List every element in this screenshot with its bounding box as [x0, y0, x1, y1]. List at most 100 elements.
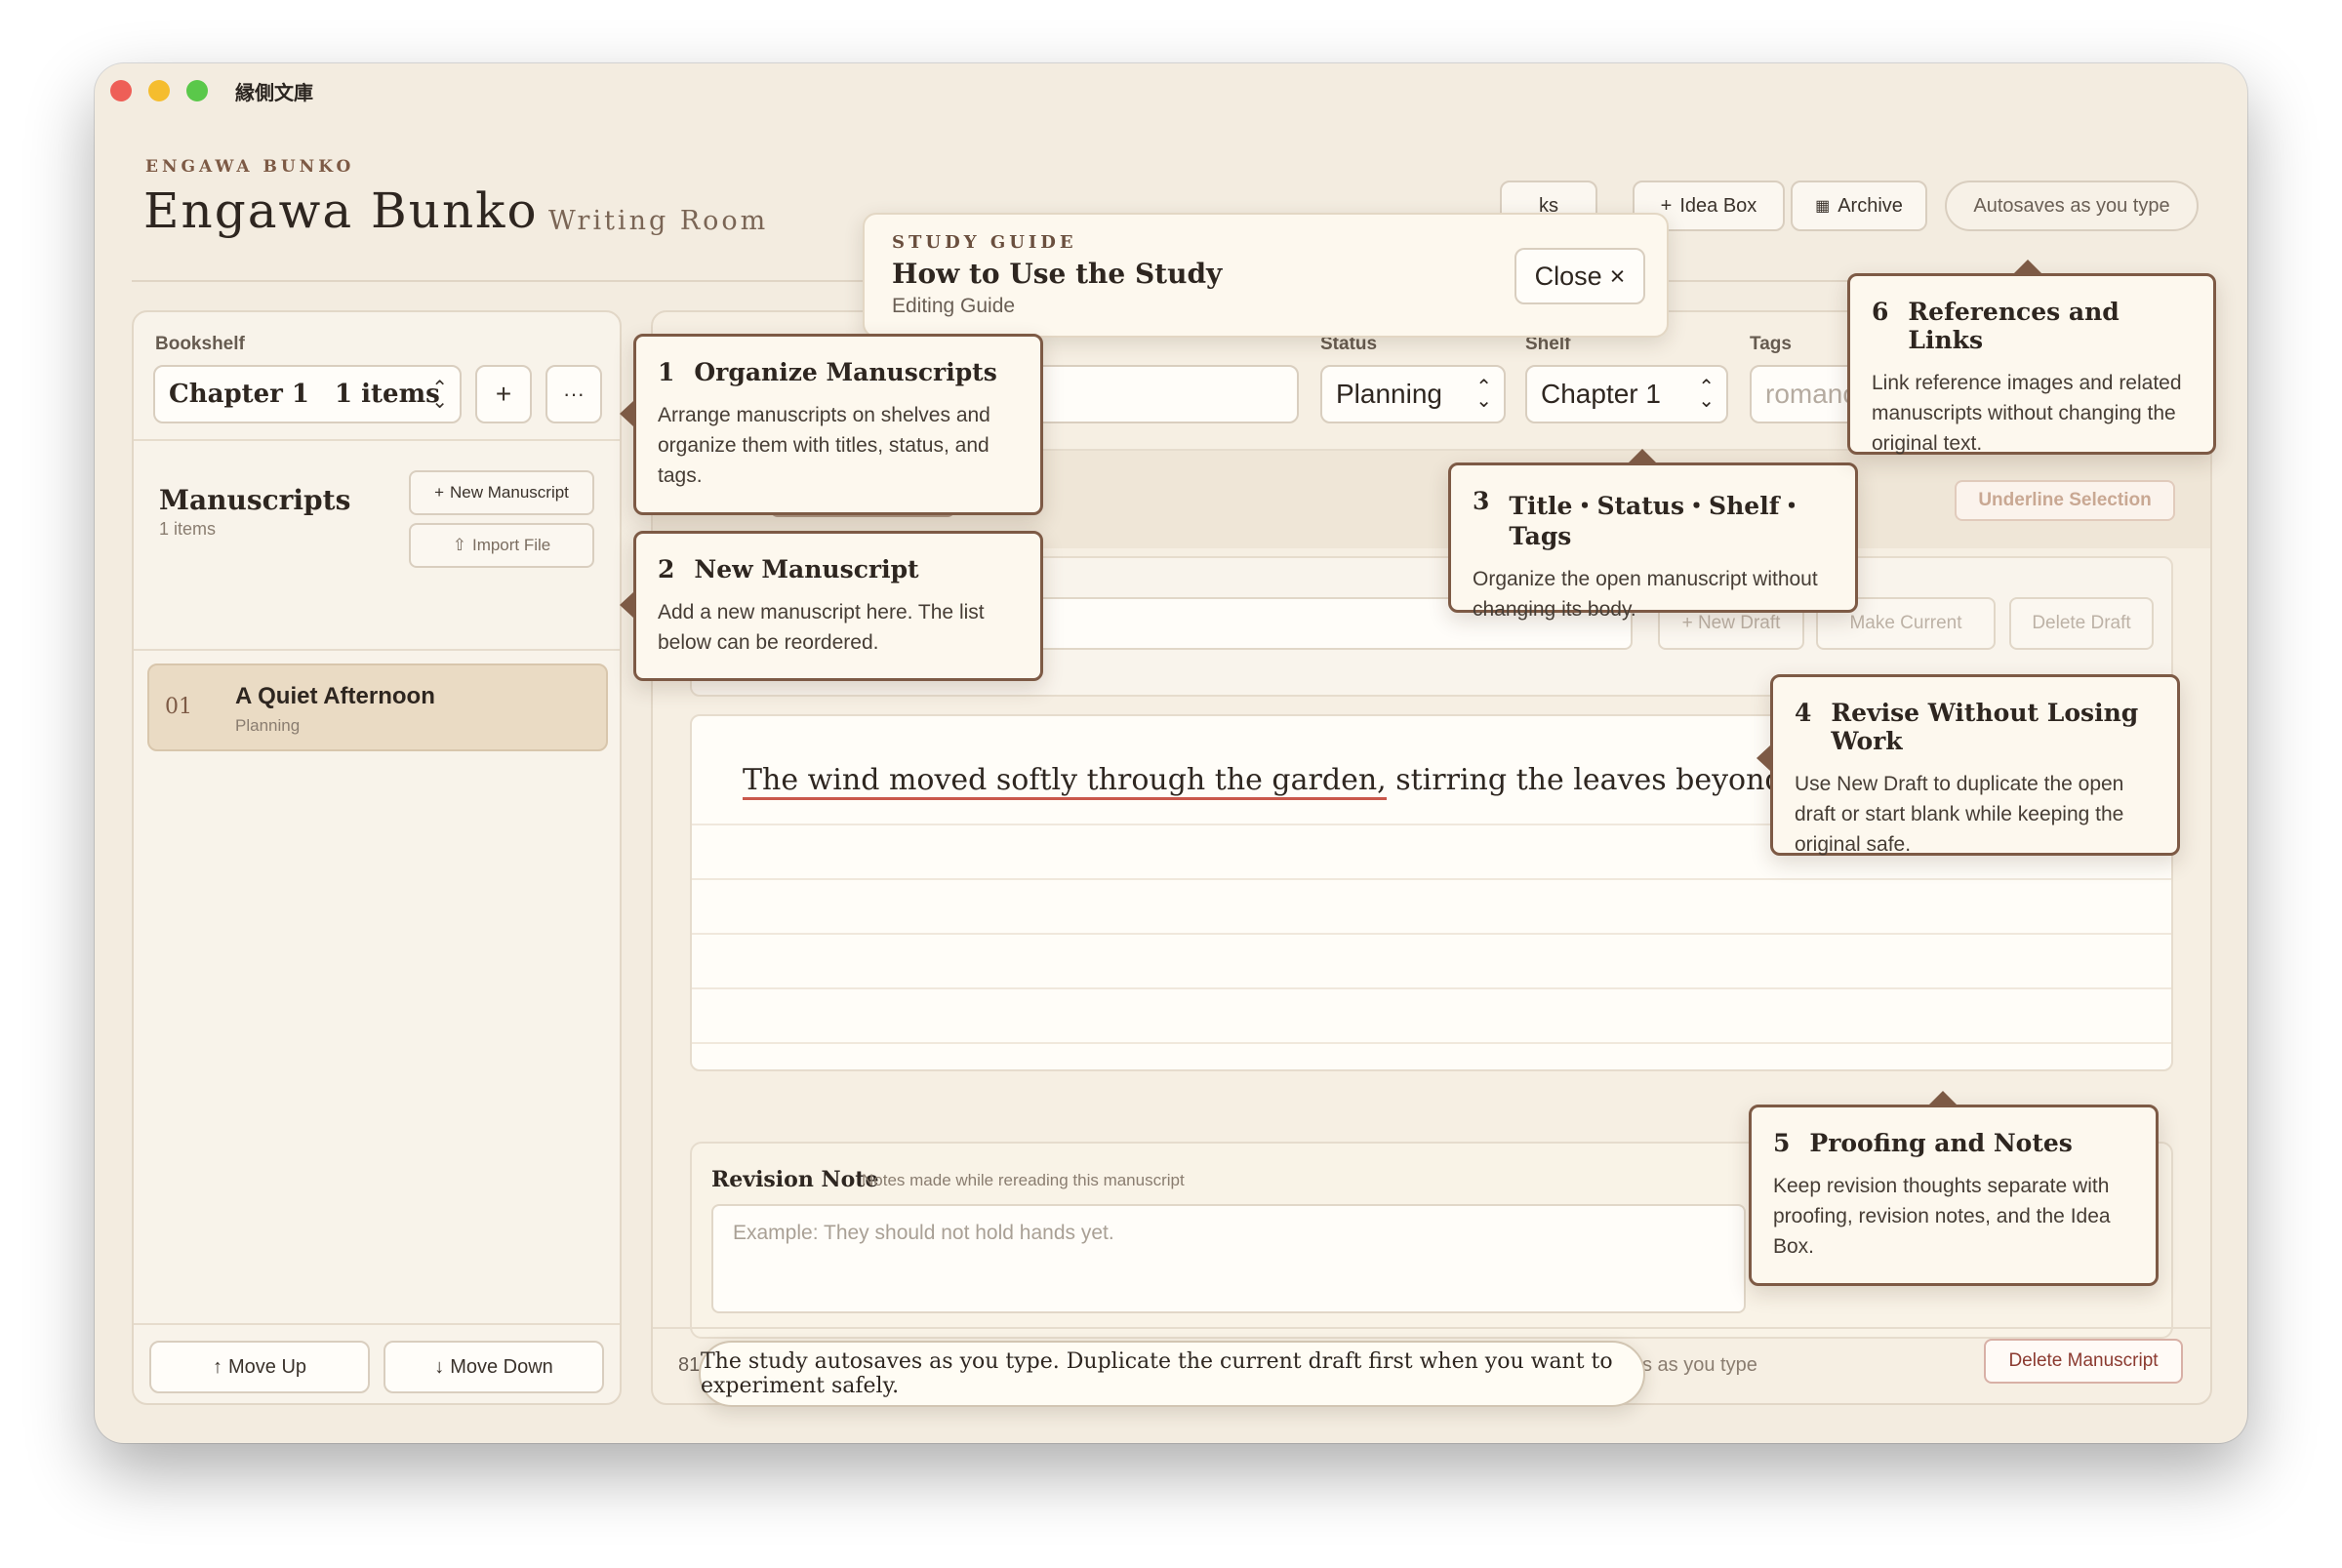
study-guide-banner: STUDY GUIDE How to Use the Study Editing… [863, 213, 1669, 338]
tip-arrow [620, 592, 633, 618]
tip-new-manuscript: 2 New Manuscript Add a new manuscript her… [620, 531, 1043, 681]
editor-rule [692, 878, 2171, 880]
delete-manuscript-button[interactable]: Delete Manuscript [1984, 1339, 2183, 1384]
arrow-down-icon: ↓ [434, 1355, 445, 1378]
tip-title: Organize Manuscripts [694, 358, 997, 386]
tip-number: 2 [658, 555, 675, 583]
tip-body: Link reference images and related manusc… [1872, 372, 2182, 455]
close-window-button[interactable] [110, 80, 132, 101]
brand-subtitle: Writing Room [548, 206, 769, 236]
bookshelf-selected: Chapter 1 [169, 380, 310, 409]
shelf-select[interactable]: Chapter 1 ⌃ ⌄ [1525, 365, 1728, 423]
close-guide-label: Close [1534, 261, 1602, 291]
tip-title: Revise Without Losing Work [1831, 699, 2139, 755]
tip-number: 5 [1773, 1129, 1791, 1157]
tip-title: References and Links [1908, 298, 2120, 354]
idea-box-label: Idea Box [1679, 194, 1757, 217]
tip-number: 4 [1795, 699, 1812, 727]
editor-rule [692, 1042, 2171, 1044]
new-manuscript-button[interactable]: + New Manuscript [409, 470, 594, 515]
tip-arrow [620, 401, 633, 426]
tags-label: Tags [1750, 334, 1792, 354]
tip-body: Use New Draft to duplicate the open draf… [1795, 773, 2124, 856]
tip-references-and-links: 6 References and Links Link reference ima… [1847, 260, 2216, 455]
underline-selection-button[interactable]: Underline Selection [1955, 480, 2175, 521]
bookshelf-count: 1 items [335, 380, 440, 409]
plus-icon: + [434, 483, 445, 502]
tip-body: Add a new manuscript here. The list belo… [658, 601, 985, 654]
import-icon: ⇧ [452, 536, 466, 554]
arrow-up-icon: ↑ [212, 1355, 222, 1378]
editor-rule [692, 933, 2171, 935]
close-guide-button[interactable]: Close × [1514, 248, 1645, 304]
tip-arrow [1756, 745, 1770, 771]
move-up-button[interactable]: ↑ Move Up [149, 1341, 370, 1393]
archive-button[interactable]: ▦ Archive [1791, 181, 1927, 231]
footer-autosave-text: s as you type [1642, 1354, 1757, 1376]
autosave-pill: Autosaves as you type [1945, 181, 2199, 231]
manuscript-status: Planning [235, 716, 301, 735]
minimize-window-button[interactable] [148, 80, 170, 101]
tip-body: Arrange manuscripts on shelves and organ… [658, 404, 990, 487]
move-down-button[interactable]: ↓ Move Down [384, 1341, 604, 1393]
chevron-updown-icon: ⌃ ⌄ [431, 376, 448, 413]
tip-number: 1 [658, 358, 675, 386]
sidebar-divider [134, 1323, 620, 1325]
status-value: Planning [1336, 379, 1442, 409]
revision-note-subtitle: Notes made while rereading this manuscri… [862, 1171, 1185, 1189]
editor-rule [692, 987, 2171, 989]
tags-placeholder: romanc [1765, 379, 1857, 409]
tip-title: Proofing and Notes [1809, 1129, 2073, 1157]
zoom-window-button[interactable] [186, 80, 208, 101]
footer-divider [653, 1327, 2210, 1329]
delete-draft-button[interactable]: Delete Draft [2009, 597, 2154, 650]
manuscript-number: 01 [165, 695, 192, 719]
tip-arrow [2014, 260, 2041, 273]
manuscripts-count: 1 items [159, 519, 217, 539]
archive-icon: ▦ [1815, 198, 1831, 215]
tip-proofing-and-notes: 5 Proofing and Notes Keep revision though… [1749, 1091, 2159, 1286]
manuscript-title: A Quiet Afternoon [235, 683, 435, 709]
revision-note-title: Revision Note [711, 1167, 879, 1192]
tip-organize-manuscripts: 1 Organize Manuscripts Arrange manuscript… [620, 334, 1043, 515]
status-select[interactable]: Planning ⌃ ⌄ [1320, 365, 1506, 423]
bookshelf-select[interactable]: Chapter 1 1 items ⌃ ⌄ [153, 365, 462, 423]
revision-note-placeholder: Example: They should not hold hands yet. [733, 1222, 1114, 1244]
archive-label: Archive [1837, 194, 1903, 217]
shelf-more-button[interactable]: ··· [545, 365, 602, 423]
window-title: 縁側文庫 [235, 83, 313, 104]
sidebar: Bookshelf Chapter 1 1 items ⌃ ⌄ + ··· Man… [132, 310, 622, 1405]
shelf-value: Chapter 1 [1541, 379, 1661, 409]
chevron-updown-icon: ⌃ ⌄ [1698, 377, 1715, 412]
underlined-text: The wind moved softly through the garden… [743, 763, 1387, 800]
manuscripts-title: Manuscripts [159, 484, 351, 516]
study-guide-subtitle: Editing Guide [892, 295, 1016, 317]
import-file-button[interactable]: ⇧ Import File [409, 523, 594, 568]
tip-number: 6 [1872, 298, 1889, 326]
import-file-label: Import File [471, 536, 551, 554]
close-icon: × [1609, 261, 1626, 291]
brand-kicker: ENGAWA BUNKO [145, 157, 355, 177]
brand-title: Engawa Bunko [143, 182, 539, 239]
tip-title: New Manuscript [694, 555, 919, 583]
manuscript-list-item[interactable]: 01 A Quiet Afternoon Planning [147, 663, 608, 751]
autosave-toast: The study autosaves as you type. Duplica… [699, 1341, 1645, 1407]
tip-body: Keep revision thoughts separate with pro… [1773, 1175, 2111, 1258]
tip-body: Organize the open manuscript without cha… [1473, 568, 1818, 621]
plus-icon: + [495, 379, 512, 409]
chevron-updown-icon: ⌃ ⌄ [1475, 377, 1492, 412]
tip-arrow [1929, 1091, 1957, 1105]
plus-icon: + [1660, 194, 1673, 217]
tip-revise-without-losing-work: 4 Revise Without Losing Work Use New Draf… [1756, 674, 2180, 856]
add-shelf-button[interactable]: + [475, 365, 532, 423]
study-guide-kicker: STUDY GUIDE [892, 232, 1077, 253]
app-window: 縁側文庫 ENGAWA BUNKO Engawa Bunko Writing R… [95, 63, 2247, 1443]
tip-title-status-shelf-tags: 3 Title・Status・Shelf・Tags Organize the op… [1448, 449, 1858, 621]
move-up-label: Move Up [227, 1355, 307, 1378]
tip-arrow [1629, 449, 1656, 462]
character-count: 81 [678, 1354, 701, 1376]
more-icon: ··· [563, 382, 585, 406]
study-guide-title: How to Use the Study [892, 258, 1223, 290]
revision-note-input[interactable]: Example: They should not hold hands yet. [711, 1204, 1746, 1313]
sidebar-divider [134, 439, 620, 441]
